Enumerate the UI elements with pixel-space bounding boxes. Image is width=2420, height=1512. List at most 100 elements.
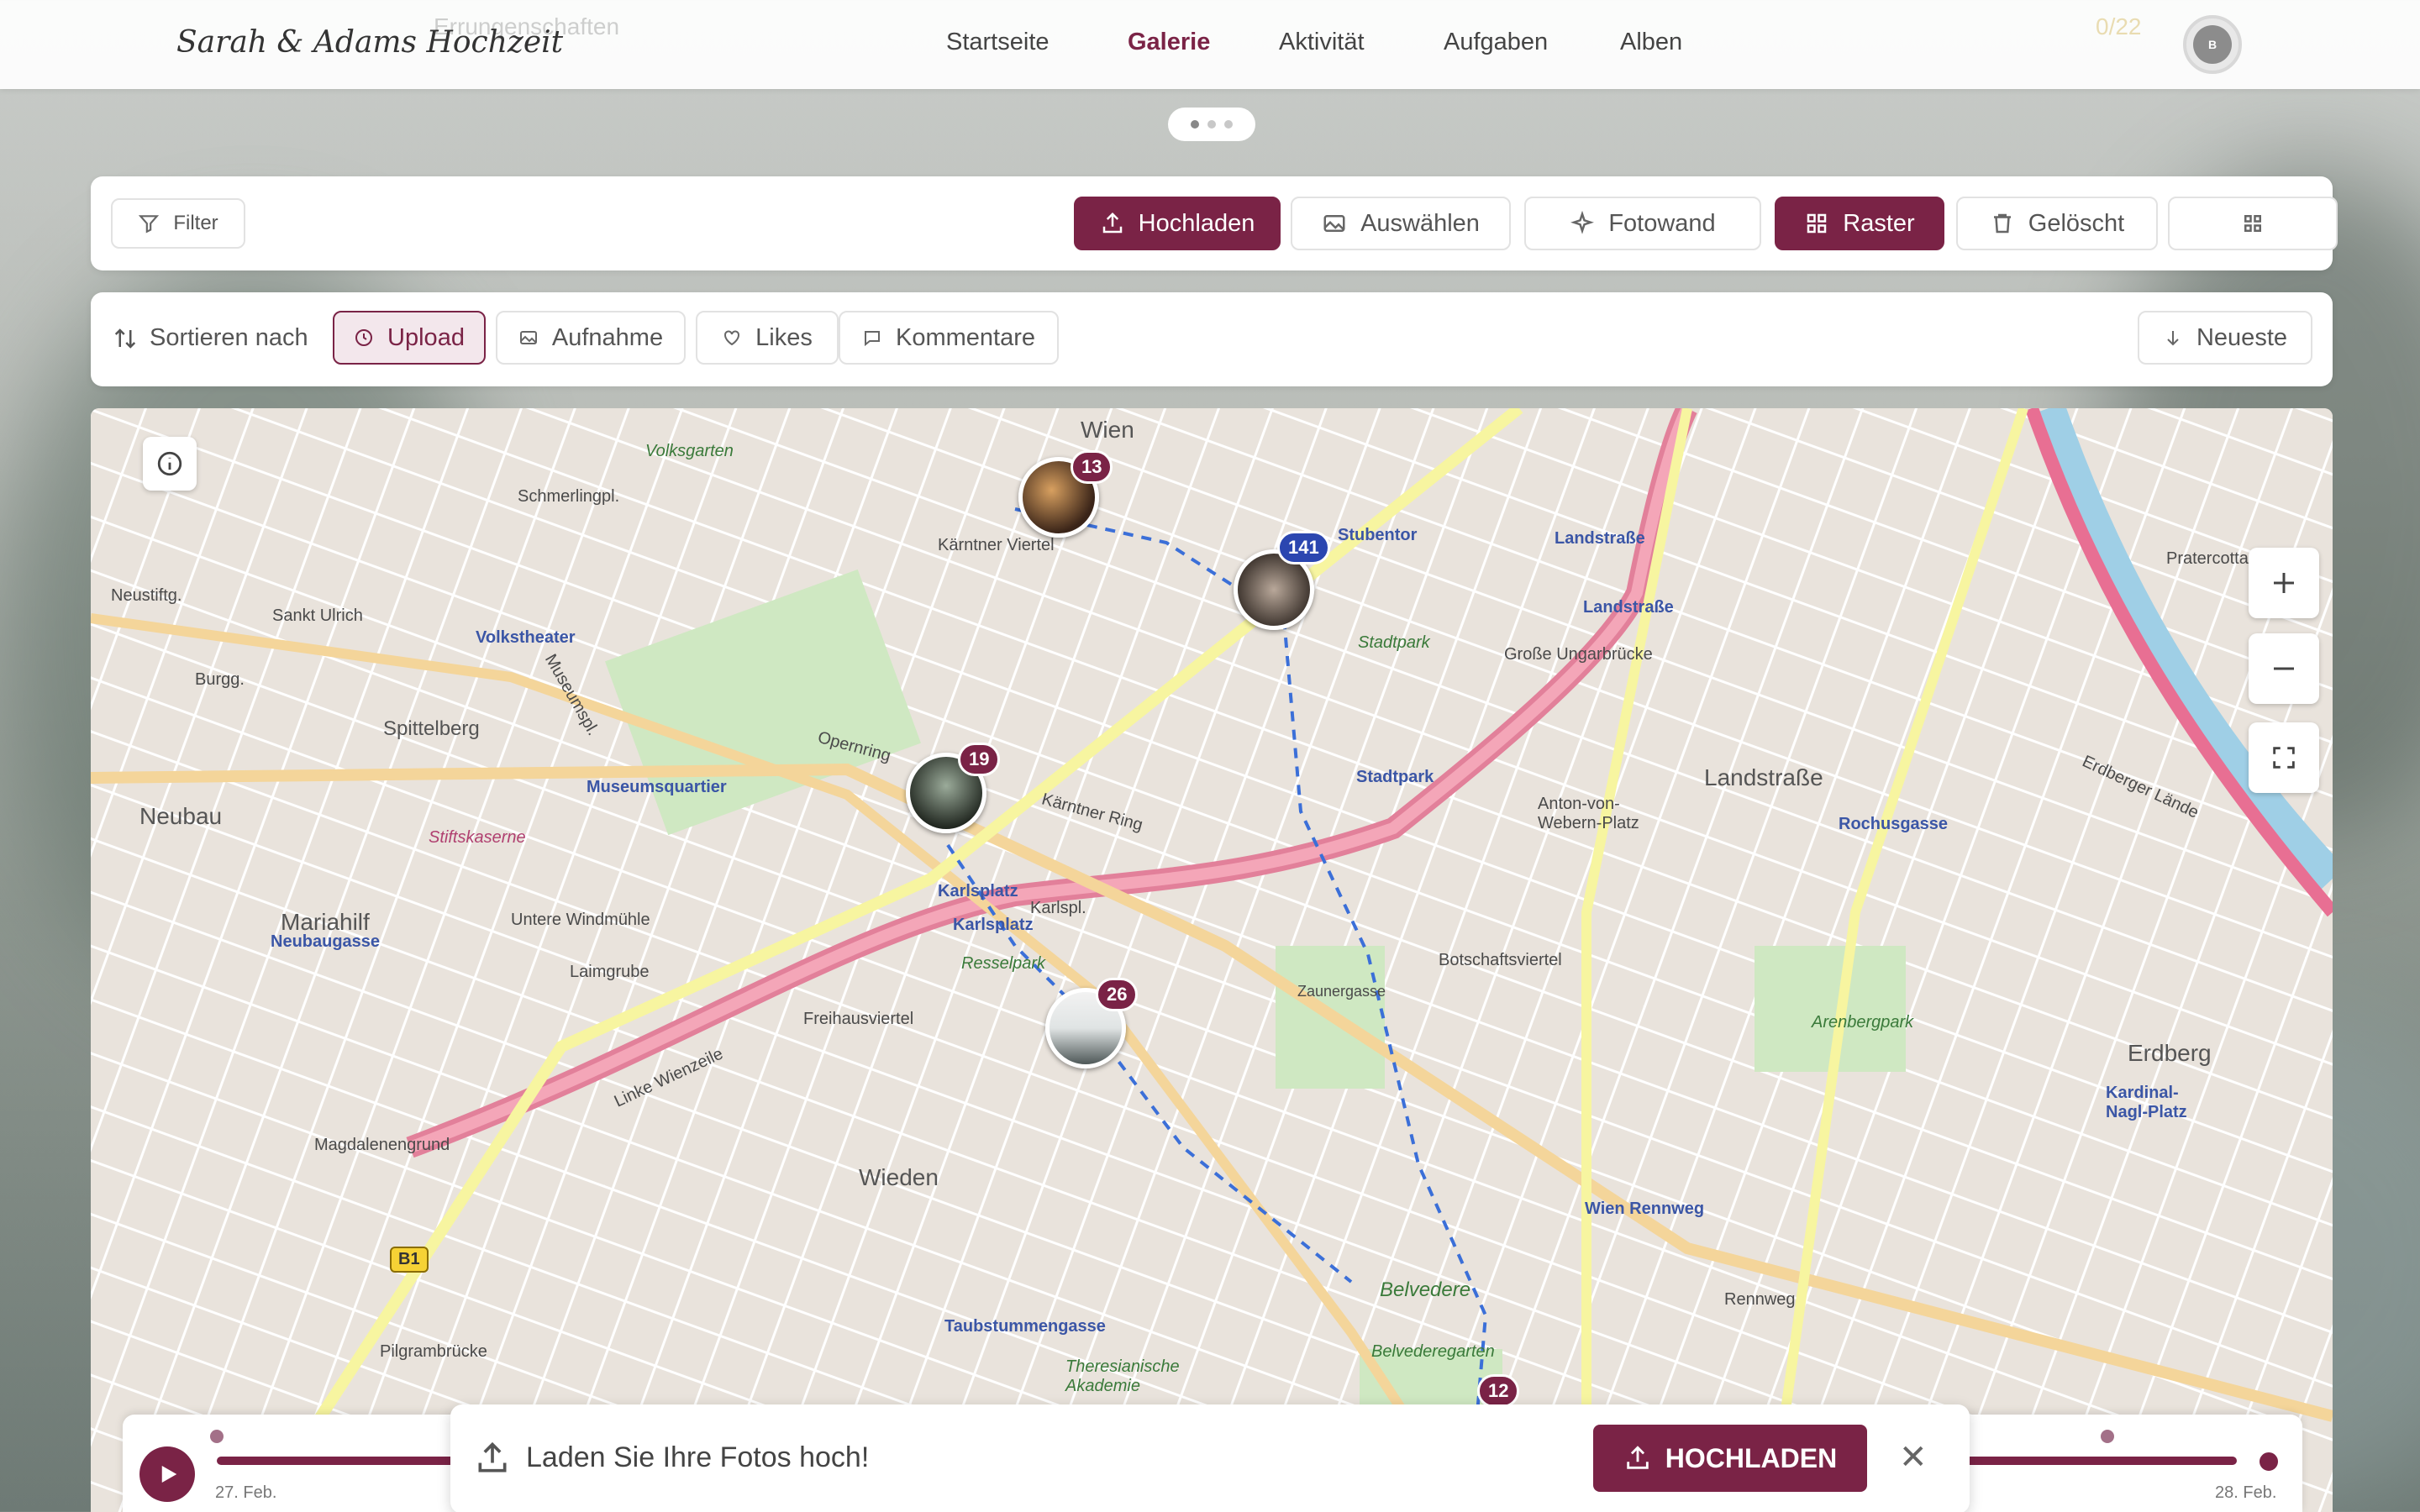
map-label: Volksgarten xyxy=(645,442,734,460)
cluster-count-badge: 19 xyxy=(958,743,1001,776)
map-label: Belvedere xyxy=(1380,1278,1471,1301)
map-label: Kärntner Viertel xyxy=(938,536,1055,554)
sparkles-icon xyxy=(1570,211,1595,234)
map-label: Laimgrube xyxy=(570,963,650,981)
toast-upload-button[interactable]: HOCHLADEN xyxy=(1593,1425,1867,1492)
zoom-out-button[interactable] xyxy=(2249,633,2319,704)
expand-icon xyxy=(2273,747,2295,769)
arrow-down-icon xyxy=(2167,331,2179,346)
sort-capture-button[interactable]: Aufnahme xyxy=(496,311,686,365)
photo-map[interactable]: Wien Kärntner Viertel Stubentor Landstra… xyxy=(91,408,2333,1512)
map-label: Magdalenengrund xyxy=(314,1136,450,1154)
cluster-count-badge: 141 xyxy=(1277,531,1330,564)
play-icon xyxy=(161,1466,177,1483)
clock-icon xyxy=(355,329,373,346)
fullscreen-button[interactable] xyxy=(2249,722,2319,793)
pagination-dot[interactable] xyxy=(1224,120,1233,129)
select-button[interactable]: Auswählen xyxy=(1291,197,1511,250)
photowall-button[interactable]: Fotowand xyxy=(1524,197,1761,250)
heart-icon xyxy=(724,330,740,346)
map-label: Landstraße xyxy=(1555,529,1645,548)
map-label: Wieden xyxy=(859,1164,939,1190)
image-icon xyxy=(1323,215,1345,232)
comment-icon xyxy=(864,331,880,347)
close-icon[interactable]: ✕ xyxy=(1899,1438,1928,1477)
upload-icon xyxy=(1102,212,1122,234)
map-label: Karlsplatz xyxy=(953,916,1034,934)
nav-aktivitaet[interactable]: Aktivität xyxy=(1279,29,1365,56)
pagination-dot[interactable] xyxy=(1207,120,1216,129)
map-label: Resselpark xyxy=(961,954,1046,973)
deleted-label: Gelöscht xyxy=(2028,209,2125,237)
map-label: Museumsquartier xyxy=(587,778,727,796)
map-label: Sankt Ulrich xyxy=(272,606,363,625)
cluster-count-badge: 12 xyxy=(1477,1374,1520,1408)
sort-comments-label: Kommentare xyxy=(895,323,1035,351)
sort-upload-label: Upload xyxy=(387,323,465,351)
map-label: Wien xyxy=(1081,417,1134,443)
map-label: Erdberg xyxy=(2128,1040,2212,1066)
map-label: Arenbergpark xyxy=(1812,1013,1914,1032)
grid-view-button[interactable]: Raster xyxy=(1775,197,1944,250)
filter-button[interactable]: Filter xyxy=(111,198,245,249)
timeline-marker xyxy=(2101,1430,2114,1443)
sort-label-text: Sortieren nach xyxy=(150,324,308,351)
layout-toggle-button[interactable] xyxy=(2168,197,2338,250)
achievements-counter: 0/22 xyxy=(2096,13,2142,39)
gallery-toolbar: Filter Hochladen Auswählen Fotowand Rast… xyxy=(91,176,2338,270)
map-label: Karlsplatz xyxy=(938,882,1018,900)
select-label: Auswählen xyxy=(1360,209,1480,237)
timeline-end-handle[interactable] xyxy=(2257,1450,2281,1473)
upload-button[interactable]: Hochladen xyxy=(1074,197,1281,250)
map-label: Neustiftg. xyxy=(111,586,182,605)
road-badge: B1 xyxy=(390,1247,429,1273)
map-label: Untere Windmühle xyxy=(511,911,650,929)
info-icon xyxy=(157,451,182,476)
map-info-button[interactable] xyxy=(143,437,197,491)
image-icon xyxy=(519,331,537,344)
map-label: Burgg. xyxy=(195,670,245,689)
sort-likes-label: Likes xyxy=(755,323,813,351)
nav-aufgaben[interactable]: Aufgaben xyxy=(1444,29,1548,56)
map-label: Schmerlingpl. xyxy=(518,487,620,506)
timeline-start-date: 27. Feb. xyxy=(215,1483,277,1502)
map-label: Spittelberg xyxy=(383,717,480,740)
wedding-brand-title[interactable]: Sarah & Adams Hochzeit xyxy=(176,25,563,60)
timeline-end-date: 28. Feb. xyxy=(2215,1483,2277,1502)
upload-icon xyxy=(478,1441,507,1473)
sort-order-button[interactable]: Neueste xyxy=(2138,311,2312,365)
grid-label: Raster xyxy=(1843,209,1915,237)
grid-icon xyxy=(2244,215,2261,232)
nav-startseite[interactable]: Startseite xyxy=(946,29,1050,56)
deleted-button[interactable]: Gelöscht xyxy=(1956,197,2158,250)
user-avatar[interactable]: B xyxy=(2183,15,2242,74)
map-label: Stubentor xyxy=(1338,526,1418,544)
sort-order-label: Neueste xyxy=(2196,323,2287,351)
map-label: Rochusgasse xyxy=(1839,815,1949,833)
map-label: Pilgrambrücke xyxy=(380,1342,487,1361)
zoom-in-button[interactable] xyxy=(2249,548,2319,618)
sort-comments-button[interactable]: Kommentare xyxy=(839,311,1059,365)
cluster-count-badge: 26 xyxy=(1096,978,1139,1011)
top-navigation-bar: Errungenschaften Sarah & Adams Hochzeit … xyxy=(0,0,2420,89)
upload-label: Hochladen xyxy=(1138,209,1255,237)
map-label: Stadtpark xyxy=(1358,633,1430,652)
minus-icon xyxy=(2274,667,2294,670)
map-label: Karlspl. xyxy=(1030,899,1086,917)
sort-likes-button[interactable]: Likes xyxy=(696,311,839,365)
carousel-pagination[interactable] xyxy=(1168,108,1255,141)
map-label: Botschaftsviertel xyxy=(1439,951,1562,969)
avatar-initial: B xyxy=(2193,25,2232,64)
nav-galerie[interactable]: Galerie xyxy=(1128,29,1210,56)
map-label: Taubstummengasse xyxy=(944,1317,1106,1336)
sort-upload-button[interactable]: Upload xyxy=(333,311,486,365)
pagination-dot[interactable] xyxy=(1191,120,1199,129)
timeline-play-button[interactable] xyxy=(139,1446,195,1502)
filter-icon xyxy=(139,215,160,234)
map-label: Landstraße xyxy=(1583,598,1674,617)
sort-label: Sortieren nach xyxy=(113,324,308,352)
upload-prompt-toast: Laden Sie Ihre Fotos hoch! HOCHLADEN ✕ xyxy=(450,1404,1970,1512)
sort-arrows-icon xyxy=(114,328,136,349)
nav-alben[interactable]: Alben xyxy=(1620,29,1682,56)
map-label: Neubau xyxy=(139,803,223,829)
